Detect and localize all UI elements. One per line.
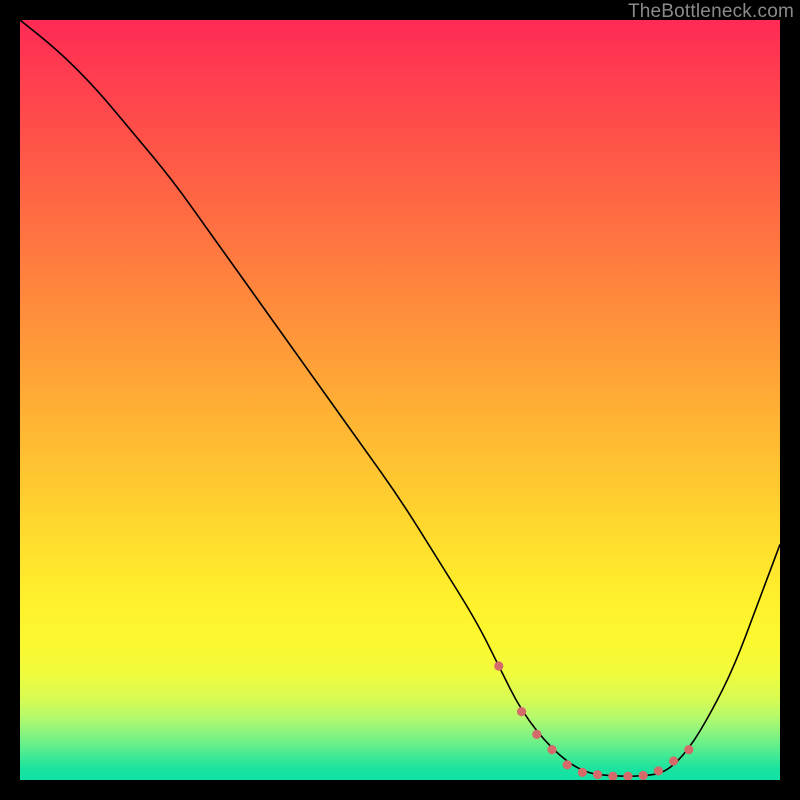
highlight-dot <box>517 707 526 716</box>
highlight-dot <box>532 730 541 739</box>
highlight-dot <box>639 771 648 780</box>
chart-frame: TheBottleneck.com <box>0 0 800 800</box>
highlight-dot <box>494 661 503 670</box>
bottleneck-curve <box>20 20 780 776</box>
highlight-dot <box>684 745 693 754</box>
highlight-dot <box>608 772 617 780</box>
plot-area <box>20 20 780 780</box>
highlight-dot <box>593 770 602 779</box>
highlight-dot <box>623 772 632 780</box>
chart-svg <box>20 20 780 780</box>
curve-path <box>20 20 780 776</box>
highlight-dot <box>669 756 678 765</box>
highlight-dot <box>578 768 587 777</box>
highlight-dot <box>547 745 556 754</box>
highlight-dots-group <box>494 661 693 780</box>
highlight-dot <box>563 760 572 769</box>
highlight-dot <box>654 766 663 775</box>
